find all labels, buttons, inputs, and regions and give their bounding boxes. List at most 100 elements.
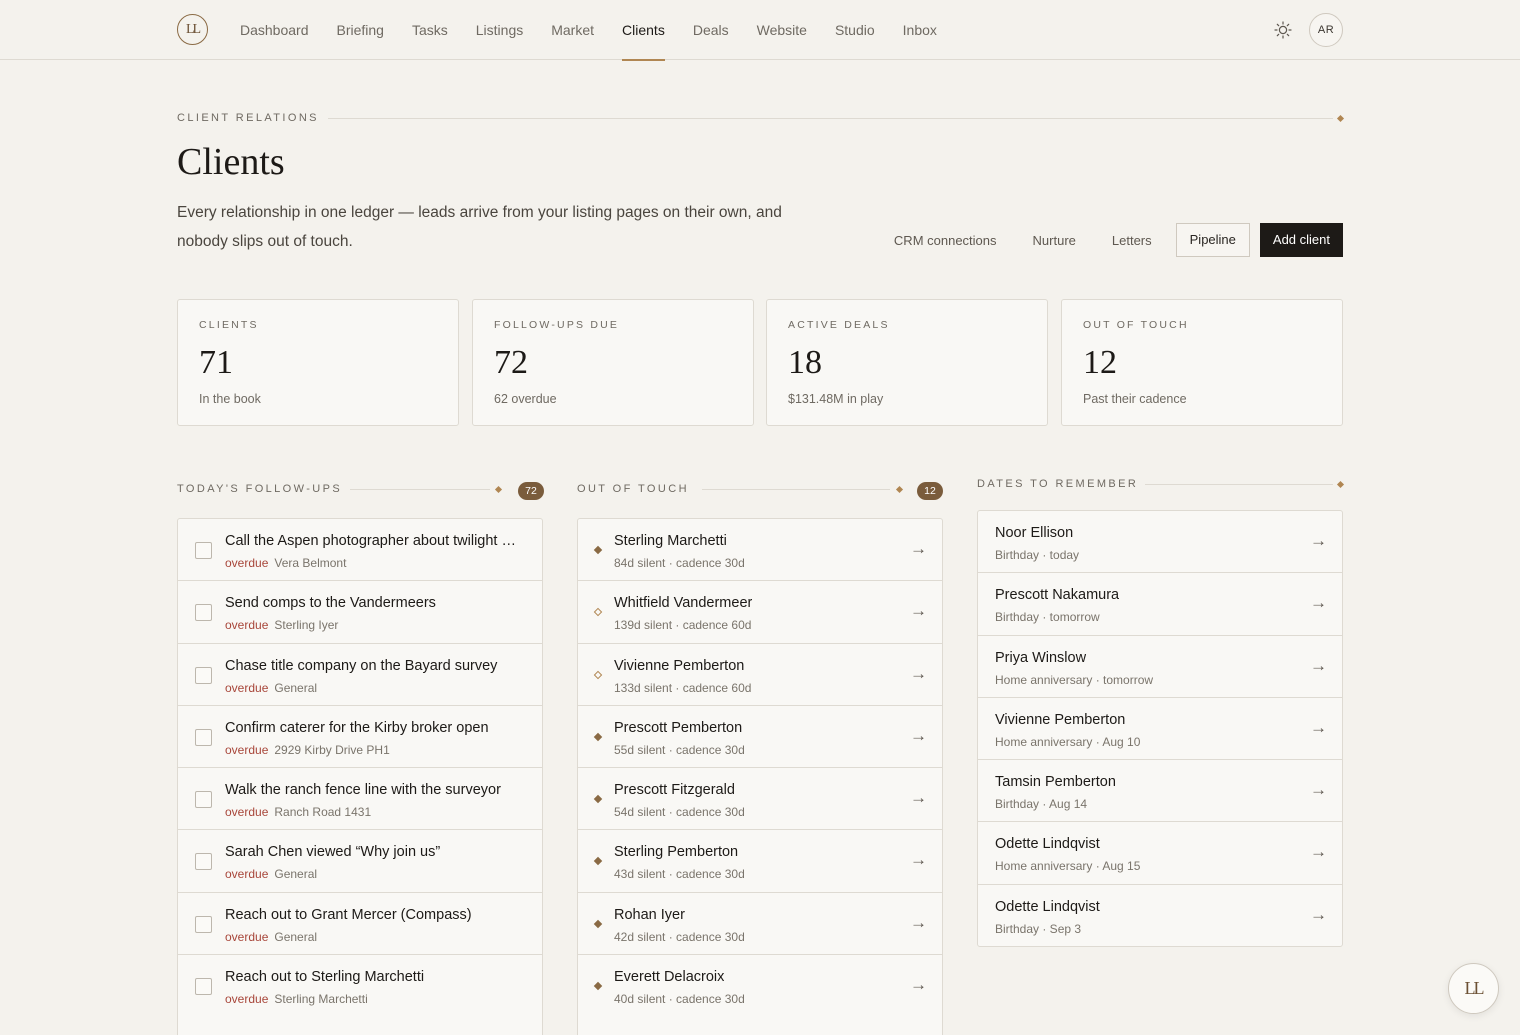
arrow-right-icon[interactable]: → (910, 913, 927, 933)
followup-row[interactable]: Confirm caterer for the Kirby broker ope… (178, 706, 542, 769)
client-name: Prescott Pemberton (614, 719, 743, 736)
date-row[interactable]: Priya Winslow Home anniversary · tomorro… (978, 636, 1342, 698)
client-name: Odette Lindqvist (995, 898, 1100, 915)
out-of-touch-row[interactable]: Sterling Marchetti 84d silent · cadence … (578, 519, 942, 582)
followup-title: Walk the ranch fence line with the surve… (225, 782, 501, 799)
stat-label: FOLLOW-UPS DUE (494, 319, 620, 331)
main-nav: Dashboard Briefing Tasks Listings Market… (240, 0, 965, 61)
cadence-diamond-outline-icon (593, 608, 603, 617)
followup-title: Confirm caterer for the Kirby broker ope… (225, 719, 489, 736)
out-of-touch-list: Sterling Marchetti 84d silent · cadence … (577, 518, 943, 1035)
followup-checkbox[interactable] (195, 791, 212, 809)
divider-diamond-icon (1336, 114, 1345, 123)
client-name: Vivienne Pemberton (995, 711, 1126, 728)
followup-row[interactable]: Walk the ranch fence line with the surve… (178, 768, 542, 831)
followup-context: 2929 Kirby Drive PH1 (274, 742, 390, 757)
arrow-right-icon[interactable]: → (910, 539, 927, 559)
stat-subtext: $131.48M in play (788, 392, 884, 406)
silence-detail: 139d silent · cadence 60d (614, 618, 752, 633)
out-of-touch-row[interactable]: Prescott Pemberton 55d silent · cadence … (578, 706, 942, 769)
nav-deals[interactable]: Deals (693, 0, 729, 60)
out-of-touch-count-badge: 12 (917, 482, 943, 500)
followup-checkbox[interactable] (195, 604, 212, 622)
arrow-right-icon[interactable]: → (1310, 780, 1327, 800)
nav-studio[interactable]: Studio (835, 0, 875, 60)
nurture-button[interactable]: Nurture (1033, 233, 1076, 248)
arrow-right-icon[interactable]: → (1310, 656, 1327, 676)
out-of-touch-row[interactable]: Whitfield Vandermeer 139d silent · caden… (578, 581, 942, 644)
followup-row[interactable]: Sarah Chen viewed “Why join us” overdue G… (178, 830, 542, 893)
nav-website[interactable]: Website (757, 0, 807, 60)
stat-value: 72 (494, 344, 528, 381)
out-of-touch-row[interactable]: Rohan Iyer 42d silent · cadence 30d → (578, 893, 942, 956)
date-row[interactable]: Prescott Nakamura Birthday · tomorrow → (978, 573, 1342, 636)
arrow-right-icon[interactable]: → (910, 601, 927, 621)
arrow-right-icon[interactable]: → (910, 850, 927, 870)
silence-detail: 133d silent · cadence 60d (614, 680, 752, 695)
nav-briefing[interactable]: Briefing (337, 0, 384, 60)
pipeline-button[interactable]: Pipeline (1175, 223, 1250, 257)
followup-row[interactable]: Reach out to Grant Mercer (Compass) over… (178, 893, 542, 956)
crm-connections-button[interactable]: CRM connections (894, 233, 997, 248)
out-of-touch-row[interactable]: Everett Delacroix 40d silent · cadence 3… (578, 955, 942, 1017)
sun-icon[interactable] (1274, 21, 1292, 39)
followup-checkbox[interactable] (195, 853, 212, 871)
nav-inbox[interactable]: Inbox (903, 0, 937, 60)
eyebrow-divider (328, 118, 1333, 119)
out-of-touch-row[interactable]: Prescott Fitzgerald 54d silent · cadence… (578, 768, 942, 831)
arrow-right-icon[interactable]: → (910, 664, 927, 684)
overdue-label: overdue (225, 867, 269, 882)
nav-clients[interactable]: Clients (622, 0, 665, 61)
date-row[interactable]: Odette Lindqvist Birthday · Sep 3 → (978, 885, 1342, 947)
overdue-label: overdue (225, 805, 269, 820)
stat-value: 12 (1083, 344, 1117, 381)
followup-checkbox[interactable] (195, 666, 212, 684)
dates-divider (1145, 484, 1333, 485)
nav-market[interactable]: Market (551, 0, 594, 60)
date-row[interactable]: Odette Lindqvist Home anniversary · Aug … (978, 822, 1342, 885)
assistant-fab-button[interactable]: LL (1448, 963, 1499, 1014)
followup-checkbox[interactable] (195, 728, 212, 746)
dates-heading: DATES TO REMEMBER (977, 478, 1139, 490)
nav-tasks[interactable]: Tasks (412, 0, 448, 60)
silence-detail: 43d silent · cadence 30d (614, 867, 745, 882)
arrow-right-icon[interactable]: → (1310, 593, 1327, 613)
nav-listings[interactable]: Listings (476, 0, 523, 60)
overdue-label: overdue (225, 556, 269, 570)
arrow-right-icon[interactable]: → (910, 726, 927, 746)
arrow-right-icon[interactable]: → (1310, 531, 1327, 551)
arrow-right-icon[interactable]: → (1310, 905, 1327, 925)
arrow-right-icon[interactable]: → (1310, 842, 1327, 862)
arrow-right-icon[interactable]: → (1310, 718, 1327, 738)
overdue-label: overdue (225, 929, 269, 944)
date-detail: Birthday · Aug 14 (995, 797, 1088, 812)
followup-title: Sarah Chen viewed “Why join us” (225, 844, 441, 861)
client-name: Prescott Fitzgerald (614, 782, 735, 799)
user-avatar[interactable]: AR (1309, 13, 1343, 47)
nav-dashboard[interactable]: Dashboard (240, 0, 309, 60)
overdue-label: overdue (225, 680, 269, 695)
followup-checkbox[interactable] (195, 915, 212, 933)
divider-diamond-icon (494, 485, 503, 494)
followup-row[interactable]: Chase title company on the Bayard survey… (178, 644, 542, 706)
arrow-right-icon[interactable]: → (910, 788, 927, 808)
add-client-button[interactable]: Add client (1259, 223, 1343, 257)
out-of-touch-row[interactable]: Sterling Pemberton 43d silent · cadence … (578, 830, 942, 893)
followup-row[interactable]: Call the Aspen photographer about twilig… (178, 519, 542, 582)
date-row[interactable]: Tamsin Pemberton Birthday · Aug 14 → (978, 760, 1342, 823)
followup-checkbox[interactable] (195, 542, 212, 559)
client-name: Tamsin Pemberton (995, 774, 1116, 791)
cadence-diamond-icon (593, 732, 603, 742)
letters-button[interactable]: Letters (1112, 233, 1152, 248)
followup-context: General (274, 929, 318, 944)
brand-logo[interactable]: LL (177, 14, 208, 45)
out-of-touch-row[interactable]: Vivienne Pemberton 133d silent · cadence… (578, 644, 942, 706)
followup-checkbox[interactable] (195, 978, 212, 996)
silence-detail: 42d silent · cadence 30d (614, 929, 745, 944)
date-row[interactable]: Vivienne Pemberton Home anniversary · Au… (978, 698, 1342, 761)
followup-row[interactable]: Send comps to the Vandermeers overdue Ste… (178, 581, 542, 644)
date-row[interactable]: Noor Ellison Birthday · today → (978, 511, 1342, 574)
followup-row[interactable]: Reach out to Sterling Marchetti overdue S… (178, 955, 542, 1017)
client-name: Noor Ellison (995, 525, 1074, 541)
arrow-right-icon[interactable]: → (910, 975, 927, 995)
